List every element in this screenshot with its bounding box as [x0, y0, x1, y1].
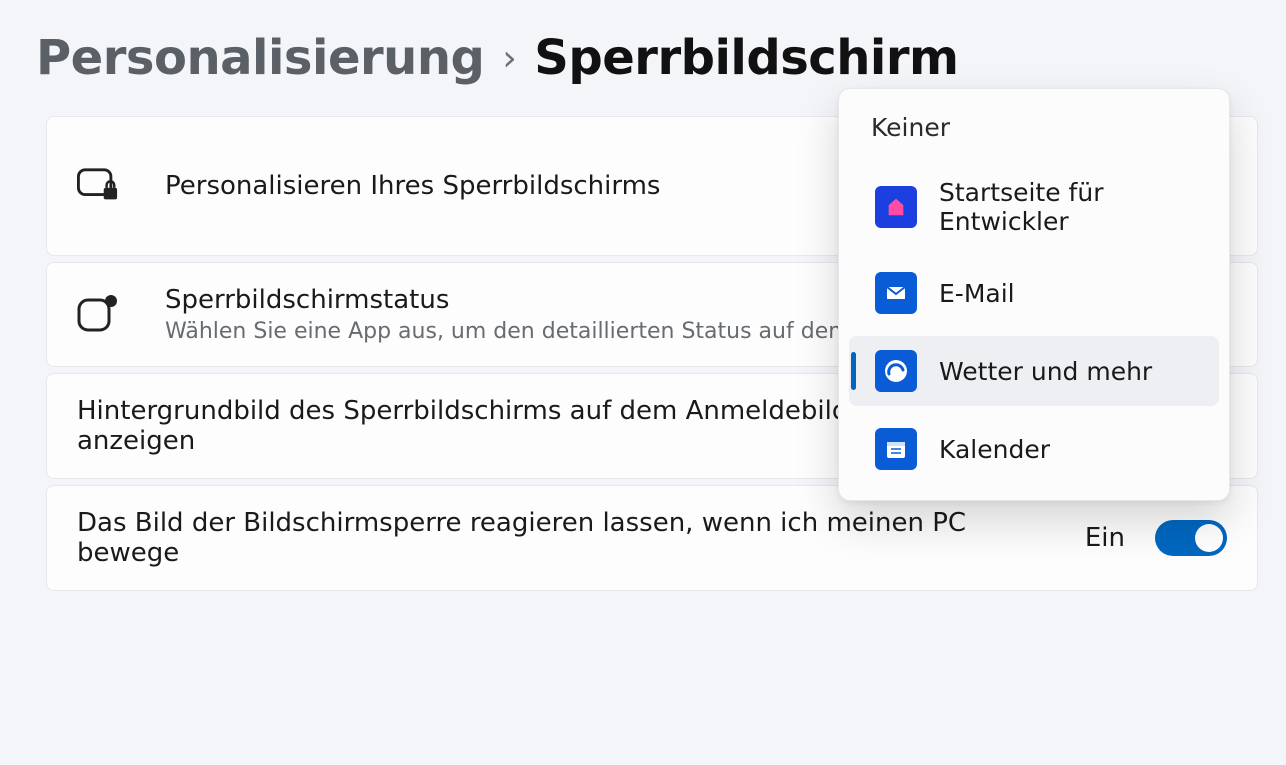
calendar-icon — [875, 428, 917, 470]
app-status-icon — [77, 294, 119, 336]
status-app-flyout: Keiner Startseite für Entwickler E-Mail … — [838, 88, 1230, 501]
flyout-option-none[interactable]: Keiner — [849, 99, 1219, 160]
toggle-state-label: Ein — [1085, 523, 1125, 553]
flyout-option-mail[interactable]: E-Mail — [849, 258, 1219, 328]
dev-home-icon — [875, 186, 917, 228]
monitor-lock-icon — [77, 166, 119, 206]
flyout-item-label: Kalender — [939, 435, 1050, 464]
mail-icon — [875, 272, 917, 314]
flyout-item-label: Wetter und mehr — [939, 357, 1152, 386]
flyout-item-label: Startseite für Entwickler — [939, 178, 1201, 236]
chevron-right-icon: › — [502, 38, 516, 79]
flyout-option-calendar[interactable]: Kalender — [849, 414, 1219, 484]
page-title: Sperrbildschirm — [534, 30, 958, 86]
flyout-option-dev-home[interactable]: Startseite für Entwickler — [849, 164, 1219, 250]
flyout-item-label: E-Mail — [939, 279, 1015, 308]
weather-icon — [875, 350, 917, 392]
flyout-option-weather[interactable]: Wetter und mehr — [849, 336, 1219, 406]
row-react-move-title: Das Bild der Bildschirmsperre reagieren … — [77, 508, 1039, 568]
toggle-react-move[interactable] — [1155, 520, 1227, 556]
breadcrumb-parent[interactable]: Personalisierung — [36, 30, 484, 86]
